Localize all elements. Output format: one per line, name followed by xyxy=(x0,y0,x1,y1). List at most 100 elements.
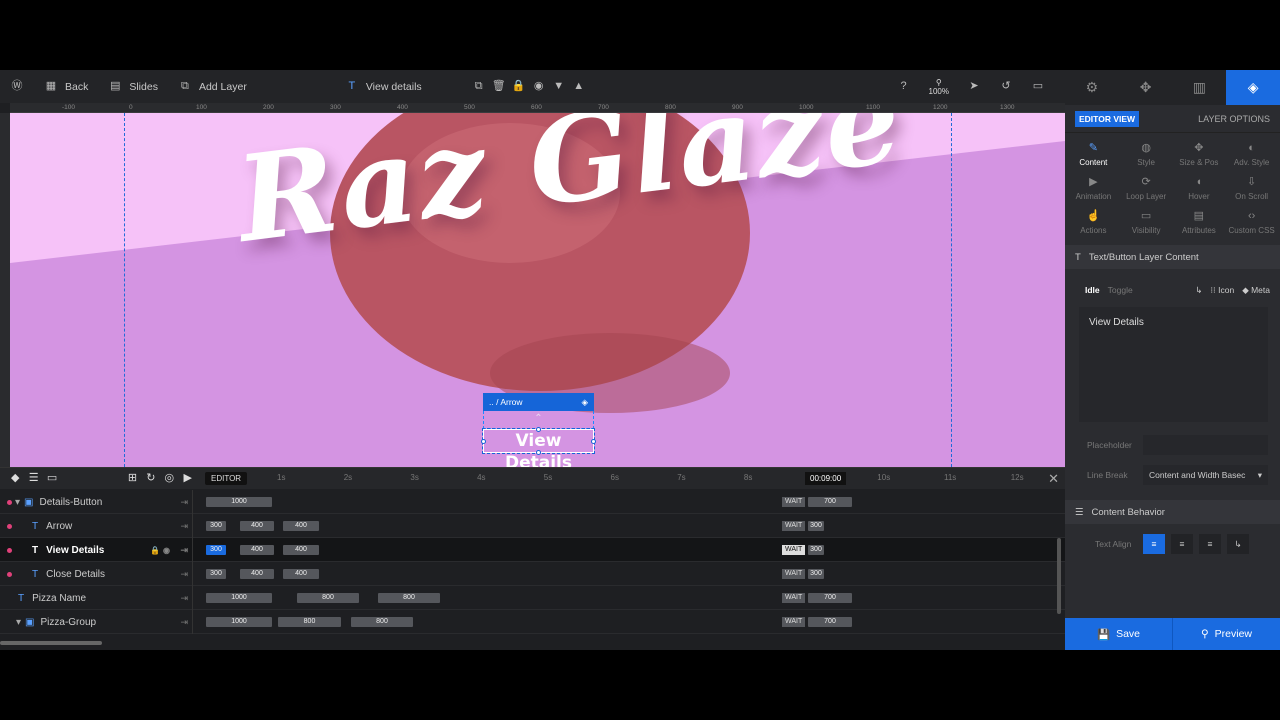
timeline-bar[interactable]: 400 xyxy=(240,569,274,579)
insert-icon-button[interactable]: ⁝⁝ Icon xyxy=(1210,285,1234,296)
zoom-control[interactable]: ⚲ 100% xyxy=(929,78,949,96)
timeline-bar[interactable]: 300 xyxy=(206,545,226,555)
resize-handle-bottom[interactable] xyxy=(536,450,541,455)
tab-navigation[interactable]: ✥ xyxy=(1119,70,1173,105)
timeline-vertical-scrollbar[interactable] xyxy=(1057,538,1061,614)
align-left-button[interactable]: ≡ xyxy=(1143,534,1165,554)
slides-button[interactable]: ▤ Slides xyxy=(98,70,168,103)
resize-handle-top[interactable] xyxy=(536,427,541,432)
folder-icon[interactable]: ▭ xyxy=(47,472,57,486)
layer-content-textarea[interactable]: View Details xyxy=(1079,307,1268,422)
wait-bar[interactable]: 700 xyxy=(808,593,852,603)
selection-breadcrumb[interactable]: .. / Arrow ◈ xyxy=(483,393,594,411)
align-end-icon[interactable]: ⇥ xyxy=(180,545,188,556)
wait-bar[interactable]: 700 xyxy=(808,497,852,507)
list-icon[interactable]: ☰ xyxy=(28,472,39,486)
idle-state-tab[interactable]: Idle xyxy=(1085,285,1100,295)
timeline-row-arrow[interactable]: T Arrow ⇥ 300 400 400 WAIT 300 xyxy=(0,514,1065,538)
visibility-icon[interactable]: ◉ xyxy=(163,546,170,555)
line-break-icon[interactable]: ↳ xyxy=(1195,285,1202,296)
option-size-pos[interactable]: ✥ Size & Pos xyxy=(1173,141,1226,167)
wait-bar[interactable]: 700 xyxy=(808,617,852,627)
timeline-bar[interactable]: 800 xyxy=(297,593,359,603)
expand-icon[interactable]: ▾ xyxy=(15,497,20,508)
align-end-icon[interactable]: ⇥ xyxy=(180,617,188,628)
timeline-row-pizza-group[interactable]: ▾ ▣ Pizza-Group ⇥ 1000 800 800 WAIT 700 xyxy=(0,610,1065,634)
option-visibility[interactable]: ▭ Visibility xyxy=(1120,209,1173,235)
lock-icon[interactable]: 🔒 xyxy=(150,546,160,555)
align-end-icon[interactable]: ⇥ xyxy=(180,593,188,604)
close-timeline-icon[interactable]: ✕ xyxy=(1048,471,1059,487)
preview-button[interactable]: ⚲ Preview xyxy=(1172,618,1280,650)
layer-name-cell[interactable]: T Arrow ⇥ xyxy=(0,514,193,538)
play-icon[interactable]: ▶ xyxy=(183,472,193,486)
timeline-row-view-details[interactable]: T View Details 🔒 ◉ ⇥ 300 400 400 WAIT 30… xyxy=(0,538,1065,562)
layer-name-cell[interactable]: T Close Details ⇥ xyxy=(0,562,193,586)
layer-name-cell[interactable]: T View Details 🔒 ◉ ⇥ xyxy=(0,538,193,562)
timeline-row-details-button[interactable]: ▾ ▣ Details-Button ⇥ 1000 WAIT 700 xyxy=(0,490,1065,514)
option-on-scroll[interactable]: ⇩ On Scroll xyxy=(1225,175,1278,201)
content-behavior-header[interactable]: ☰ Content Behavior xyxy=(1065,500,1280,524)
insert-meta-button[interactable]: ◆ Meta xyxy=(1242,285,1270,296)
move-down-icon[interactable]: ▼ xyxy=(552,80,566,94)
timeline-bar[interactable]: 1000 xyxy=(206,497,272,507)
wordpress-button[interactable]: Ⓦ xyxy=(0,70,34,103)
tab-layers[interactable]: ◈ xyxy=(1226,70,1280,105)
delete-icon[interactable]: 🗑 xyxy=(492,80,506,94)
cursor-icon[interactable]: ➤ xyxy=(967,80,981,94)
timeline-bar[interactable]: 800 xyxy=(278,617,341,627)
align-end-icon[interactable]: ⇥ xyxy=(180,497,188,508)
wait-bar[interactable]: 300 xyxy=(808,545,824,555)
timeline-bar[interactable]: 400 xyxy=(240,545,274,555)
grid-icon[interactable]: ⊞ xyxy=(127,472,137,486)
desktop-view-icon[interactable]: ▭ xyxy=(1031,80,1045,94)
option-actions[interactable]: ☝ Actions xyxy=(1067,209,1120,235)
timeline-bar[interactable]: 1000 xyxy=(206,617,272,627)
editor-mode-label[interactable]: EDITOR xyxy=(205,472,248,485)
timeline-bar[interactable]: 800 xyxy=(378,593,440,603)
toggle-state-tab[interactable]: Toggle xyxy=(1108,285,1133,295)
timecode[interactable]: 00:09:00 xyxy=(805,472,847,485)
align-right-button[interactable]: ≡ xyxy=(1199,534,1221,554)
layer-name-cell[interactable]: ▾ ▣ Details-Button ⇥ xyxy=(0,490,193,514)
add-layer-button[interactable]: ⧉ Add Layer xyxy=(168,70,257,103)
timeline-bar[interactable]: 800 xyxy=(351,617,413,627)
editor-view-badge[interactable]: EDITOR VIEW xyxy=(1075,110,1140,127)
timeline-bar[interactable]: 300 xyxy=(206,569,226,579)
timeline-bar[interactable]: 400 xyxy=(283,545,319,555)
timeline-bar[interactable]: 1000 xyxy=(206,593,272,603)
timeline-horizontal-scrollbar[interactable] xyxy=(0,641,102,645)
view-details-layer[interactable]: View Details xyxy=(481,427,596,467)
resize-handle-left[interactable] xyxy=(481,439,486,444)
layer-name-cell[interactable]: T Pizza Name ⇥ xyxy=(0,586,193,610)
timeline-bar[interactable]: 400 xyxy=(240,521,274,531)
loop-icon[interactable]: ↻ xyxy=(146,472,156,486)
tab-slide[interactable]: ▥ xyxy=(1173,70,1227,105)
option-loop-layer[interactable]: ⟳ Loop Layer xyxy=(1120,175,1173,201)
duplicate-icon[interactable]: ⧉ xyxy=(472,80,486,94)
content-section-header[interactable]: T Text/Button Layer Content xyxy=(1065,245,1280,269)
lock-icon[interactable]: 🔒 xyxy=(512,80,526,94)
timeline-bar[interactable]: 400 xyxy=(283,521,319,531)
align-inherit-button[interactable]: ↳ xyxy=(1227,534,1249,554)
placeholder-input[interactable] xyxy=(1143,435,1268,455)
option-hover[interactable]: ◖ Hover xyxy=(1173,175,1226,201)
save-button[interactable]: 💾 Save xyxy=(1065,618,1172,650)
option-animation[interactable]: ▶ Animation xyxy=(1067,175,1120,201)
timeline-row-pizza-name[interactable]: T Pizza Name ⇥ 1000 800 800 WAIT 700 xyxy=(0,586,1065,610)
timeline-row-close-details[interactable]: T Close Details ⇥ 300 400 400 WAIT 300 xyxy=(0,562,1065,586)
selected-layer-group[interactable]: .. / Arrow ◈ ⌃ View Details xyxy=(481,393,596,467)
option-adv-style[interactable]: ◐ Adv. Style xyxy=(1225,141,1278,167)
align-end-icon[interactable]: ⇥ xyxy=(180,569,188,580)
timeline-bar[interactable]: 400 xyxy=(283,569,319,579)
current-layer-selector[interactable]: T View details xyxy=(335,70,432,103)
move-up-icon[interactable]: ▲ xyxy=(572,80,586,94)
wait-bar[interactable]: 300 xyxy=(808,521,824,531)
option-content[interactable]: ✎ Content xyxy=(1067,141,1120,167)
back-button[interactable]: ▦ Back xyxy=(34,70,98,103)
resize-handle-right[interactable] xyxy=(591,439,596,444)
wait-bar[interactable]: 300 xyxy=(808,569,824,579)
visibility-icon[interactable]: ◉ xyxy=(532,80,546,94)
layer-name-cell[interactable]: ▾ ▣ Pizza-Group ⇥ xyxy=(0,610,193,634)
option-attributes[interactable]: ▤ Attributes xyxy=(1173,209,1226,235)
